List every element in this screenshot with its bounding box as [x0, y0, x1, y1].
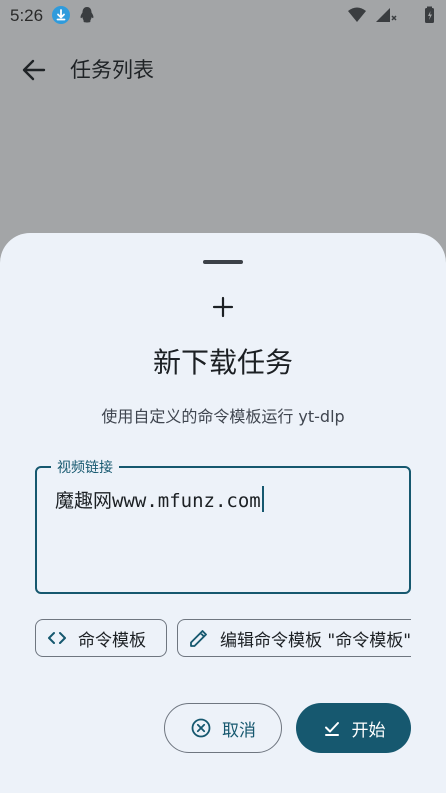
start-label: 开始 [351, 720, 386, 741]
download-icon [52, 6, 70, 24]
text-caret [261, 486, 264, 512]
video-url-field[interactable]: 视频链接 魔趣网www.mfunz.com [35, 457, 411, 594]
plus-icon [211, 295, 235, 319]
code-icon [48, 632, 66, 644]
cancel-button[interactable]: 取消 [164, 703, 282, 753]
status-bar: 5:26 [0, 0, 446, 32]
sheet-subtitle: 使用自定义的命令模板运行 yt-dlp [101, 407, 345, 426]
video-url-label: 视频链接 [51, 457, 119, 477]
battery-icon [425, 6, 434, 23]
page-title: 任务列表 [70, 58, 154, 82]
signal-icon [376, 8, 397, 22]
command-template-chip[interactable]: 命令模板 [35, 619, 167, 657]
new-download-sheet: 新下载任务 使用自定义的命令模板运行 yt-dlp 视频链接 魔趣网www.mf… [0, 233, 446, 793]
edit-pencil-icon [190, 630, 207, 647]
start-button[interactable]: 开始 [296, 703, 411, 753]
cancel-circle-icon [191, 718, 211, 738]
video-url-value: 魔趣网www.mfunz.com [55, 490, 261, 512]
status-time: 5:26 [10, 6, 44, 25]
qq-icon [79, 6, 95, 28]
back-arrow-icon[interactable] [20, 56, 48, 84]
cancel-label: 取消 [222, 720, 256, 741]
edit-command-template-label: 编辑命令模板 "命令模板" [220, 630, 411, 651]
sheet-title: 新下载任务 [152, 346, 293, 379]
command-template-label: 命令模板 [78, 630, 146, 651]
check-icon [324, 722, 339, 736]
status-icons [346, 6, 436, 28]
wifi-icon [348, 7, 366, 22]
drag-handle[interactable] [203, 260, 243, 264]
app-bar: 任务列表 [0, 40, 446, 96]
video-url-input[interactable]: 魔趣网www.mfunz.com [55, 486, 264, 513]
edit-command-template-chip[interactable]: 编辑命令模板 "命令模板" [177, 619, 411, 657]
